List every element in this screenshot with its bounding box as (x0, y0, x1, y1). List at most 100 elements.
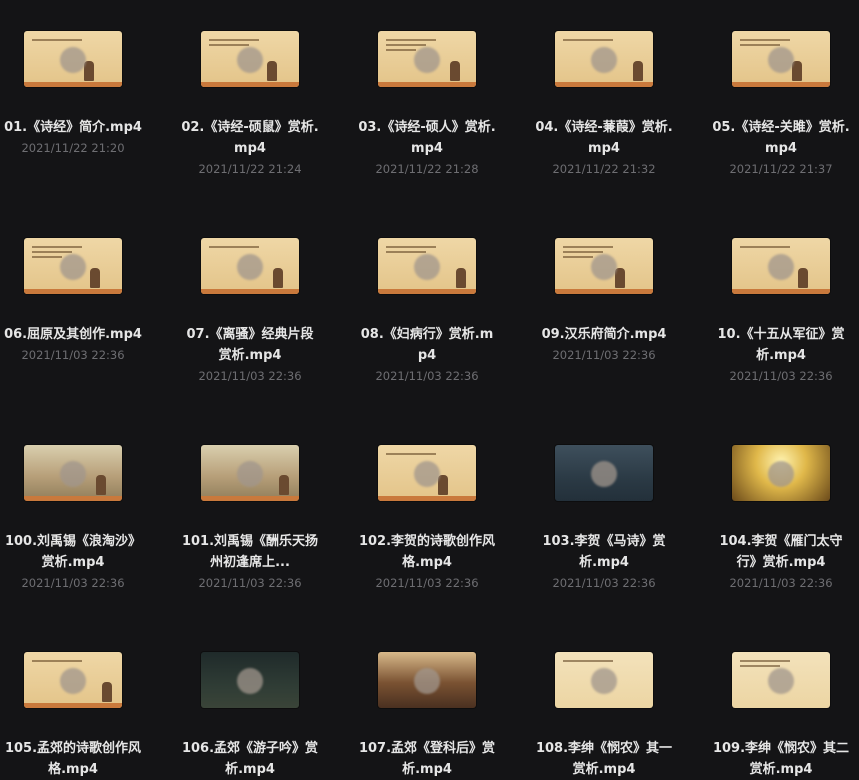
file-date: 2021/11/03 22:36 (552, 348, 656, 362)
video-thumbnail[interactable] (24, 238, 122, 294)
file-name[interactable]: 03.《诗经-硕人》赏析.mp4 (352, 117, 502, 159)
thumbnail-footer-band (24, 703, 122, 708)
file-name[interactable]: 08.《妇病行》赏析.mp4 (352, 324, 502, 366)
file-grid: 01.《诗经》简介.mp4 2021/11/22 21:20 02.《诗经-硕鼠》赏… (0, 0, 859, 780)
file-date: 2021/11/03 22:36 (729, 369, 833, 383)
thumbnail-blur-mask (591, 668, 617, 694)
file-name[interactable]: 07.《离骚》经典片段赏析.mp4 (175, 324, 325, 366)
file-item[interactable]: 05.《诗经-关雎》赏析.mp4 2021/11/22 21:37 (706, 31, 856, 177)
file-name[interactable]: 102.李贺的诗歌创作风格.mp4 (352, 531, 502, 573)
file-item[interactable]: 04.《诗经-蒹葭》赏析.mp4 2021/11/22 21:32 (529, 31, 679, 177)
video-thumbnail[interactable] (378, 652, 476, 708)
thumbnail-figure (273, 268, 283, 288)
thumbnail-blur-mask (591, 47, 617, 73)
thumbnail-blur-mask (414, 668, 440, 694)
thumbnail-blur-mask (768, 461, 794, 487)
file-name[interactable]: 101.刘禹锡《酬乐天扬州初逢席上... (175, 531, 325, 573)
thumbnail-text-lines (386, 453, 436, 458)
file-item[interactable]: 10.《十五从军征》赏析.mp4 2021/11/03 22:36 (706, 238, 856, 384)
thumbnail-text-lines (32, 39, 82, 44)
file-item[interactable]: 02.《诗经-硕鼠》赏析.mp4 2021/11/22 21:24 (175, 31, 325, 177)
thumbnail-footer-band (24, 82, 122, 87)
file-item[interactable]: 101.刘禹锡《酬乐天扬州初逢席上... 2021/11/03 22:36 (175, 445, 325, 591)
file-name[interactable]: 01.《诗经》简介.mp4 (0, 117, 148, 138)
file-date: 2021/11/03 22:36 (375, 576, 479, 590)
video-thumbnail[interactable] (24, 652, 122, 708)
file-date: 2021/11/22 21:32 (552, 162, 656, 176)
file-date: 2021/11/22 21:24 (198, 162, 302, 176)
thumbnail-figure (633, 61, 643, 81)
file-name[interactable]: 10.《十五从军征》赏析.mp4 (706, 324, 856, 366)
file-date: 2021/11/03 22:36 (729, 576, 833, 590)
file-item[interactable]: 106.孟郊《游子吟》赏析.mp4 (175, 652, 325, 780)
file-item[interactable]: 107.孟郊《登科后》赏析.mp4 (352, 652, 502, 780)
file-item[interactable]: 103.李贺《马诗》赏析.mp4 2021/11/03 22:36 (529, 445, 679, 591)
thumbnail-figure (267, 61, 277, 81)
thumbnail-blur-mask (60, 254, 86, 280)
thumbnail-figure (279, 475, 289, 495)
video-thumbnail[interactable] (201, 238, 299, 294)
file-date: 2021/11/03 22:36 (552, 576, 656, 590)
file-name[interactable]: 107.孟郊《登科后》赏析.mp4 (352, 738, 502, 780)
thumbnail-blur-mask (237, 254, 263, 280)
thumbnail-figure (456, 268, 466, 288)
thumbnail-figure (438, 475, 448, 495)
file-name[interactable]: 104.李贺《雁门太守行》赏析.mp4 (706, 531, 856, 573)
file-item[interactable]: 07.《离骚》经典片段赏析.mp4 2021/11/03 22:36 (175, 238, 325, 384)
file-item[interactable]: 09.汉乐府简介.mp4 2021/11/03 22:36 (529, 238, 679, 363)
video-thumbnail[interactable] (378, 238, 476, 294)
file-date: 2021/11/03 22:36 (198, 369, 302, 383)
file-item[interactable]: 08.《妇病行》赏析.mp4 2021/11/03 22:36 (352, 238, 502, 384)
thumbnail-figure (102, 682, 112, 702)
file-name[interactable]: 100.刘禹锡《浪淘沙》赏析.mp4 (0, 531, 148, 573)
video-thumbnail[interactable] (732, 31, 830, 87)
thumbnail-figure (450, 61, 460, 81)
video-thumbnail[interactable] (555, 238, 653, 294)
thumbnail-footer-band (732, 289, 830, 294)
file-name[interactable]: 02.《诗经-硕鼠》赏析.mp4 (175, 117, 325, 159)
file-item[interactable]: 102.李贺的诗歌创作风格.mp4 2021/11/03 22:36 (352, 445, 502, 591)
thumbnail-text-lines (740, 246, 790, 251)
video-thumbnail[interactable] (555, 31, 653, 87)
file-date: 2021/11/03 22:36 (375, 369, 479, 383)
video-thumbnail[interactable] (201, 31, 299, 87)
file-item[interactable]: 109.李绅《悯农》其二赏析.mp4 (706, 652, 856, 780)
file-name[interactable]: 06.屈原及其创作.mp4 (0, 324, 148, 345)
file-item[interactable]: 108.李绅《悯农》其一赏析.mp4 (529, 652, 679, 780)
thumbnail-blur-mask (768, 668, 794, 694)
file-name[interactable]: 106.孟郊《游子吟》赏析.mp4 (175, 738, 325, 780)
video-thumbnail[interactable] (24, 31, 122, 87)
file-item[interactable]: 104.李贺《雁门太守行》赏析.mp4 2021/11/03 22:36 (706, 445, 856, 591)
video-thumbnail[interactable] (24, 445, 122, 501)
file-name[interactable]: 108.李绅《悯农》其一赏析.mp4 (529, 738, 679, 780)
thumbnail-text-lines (209, 246, 259, 251)
file-name[interactable]: 105.孟郊的诗歌创作风格.mp4 (0, 738, 148, 780)
thumbnail-blur-mask (60, 668, 86, 694)
video-thumbnail[interactable] (201, 445, 299, 501)
video-thumbnail[interactable] (378, 445, 476, 501)
file-name[interactable]: 103.李贺《马诗》赏析.mp4 (529, 531, 679, 573)
file-item[interactable]: 01.《诗经》简介.mp4 2021/11/22 21:20 (0, 31, 148, 156)
thumbnail-footer-band (201, 82, 299, 87)
video-thumbnail[interactable] (201, 652, 299, 708)
thumbnail-blur-mask (591, 254, 617, 280)
file-name[interactable]: 109.李绅《悯农》其二赏析.mp4 (706, 738, 856, 780)
file-name[interactable]: 05.《诗经-关雎》赏析.mp4 (706, 117, 856, 159)
file-item[interactable]: 06.屈原及其创作.mp4 2021/11/03 22:36 (0, 238, 148, 363)
file-name[interactable]: 09.汉乐府简介.mp4 (529, 324, 679, 345)
video-thumbnail[interactable] (555, 445, 653, 501)
file-name[interactable]: 04.《诗经-蒹葭》赏析.mp4 (529, 117, 679, 159)
video-thumbnail[interactable] (378, 31, 476, 87)
video-thumbnail[interactable] (732, 238, 830, 294)
file-item[interactable]: 105.孟郊的诗歌创作风格.mp4 (0, 652, 148, 780)
thumbnail-text-lines (32, 660, 82, 665)
thumbnail-footer-band (555, 82, 653, 87)
thumbnail-figure (615, 268, 625, 288)
video-thumbnail[interactable] (732, 652, 830, 708)
file-item[interactable]: 100.刘禹锡《浪淘沙》赏析.mp4 2021/11/03 22:36 (0, 445, 148, 591)
thumbnail-footer-band (201, 496, 299, 501)
file-date: 2021/11/22 21:37 (729, 162, 833, 176)
file-item[interactable]: 03.《诗经-硕人》赏析.mp4 2021/11/22 21:28 (352, 31, 502, 177)
video-thumbnail[interactable] (732, 445, 830, 501)
video-thumbnail[interactable] (555, 652, 653, 708)
